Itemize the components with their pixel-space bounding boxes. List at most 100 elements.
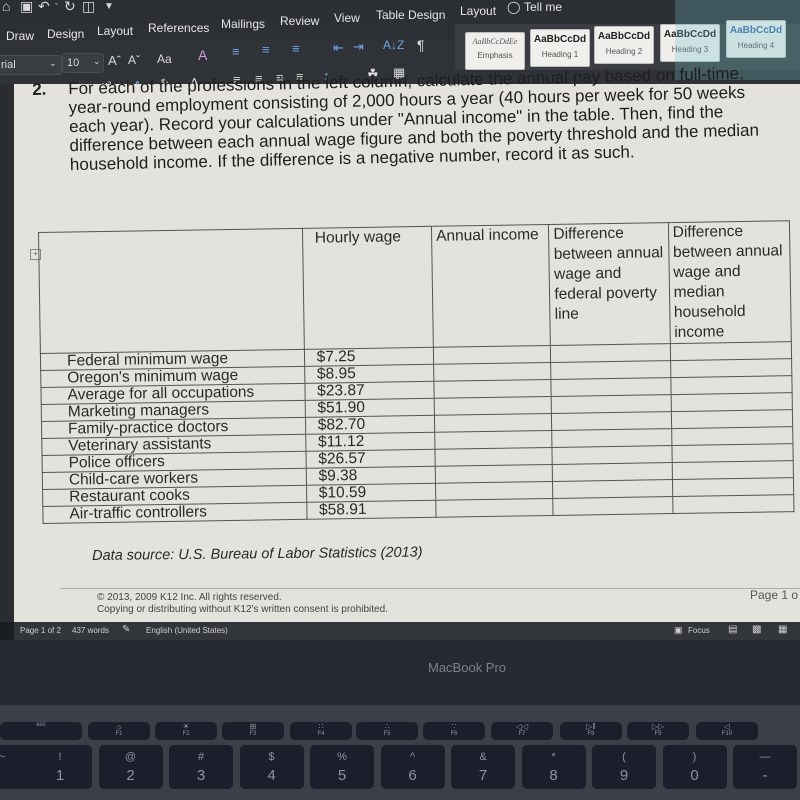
diff-median-cell[interactable] bbox=[671, 409, 793, 429]
key-f10[interactable]: ◁ F10 bbox=[696, 722, 758, 740]
annual-income-cell[interactable] bbox=[434, 447, 553, 467]
shrink-font-button[interactable]: Aˇ bbox=[128, 53, 140, 67]
change-case-button[interactable]: Aa bbox=[157, 52, 172, 66]
header-hourly-wage[interactable]: Hourly wage bbox=[302, 226, 434, 350]
key-esc[interactable]: esc bbox=[0, 722, 82, 740]
key-f1[interactable]: ☼ F1 bbox=[88, 722, 150, 740]
diff-poverty-cell[interactable] bbox=[552, 445, 672, 465]
tell-me-icon[interactable]: ◯ bbox=[507, 0, 520, 14]
diff-poverty-cell[interactable] bbox=[552, 479, 673, 499]
annual-income-cell[interactable] bbox=[434, 396, 552, 416]
hourly-wage-cell[interactable]: $26.57 bbox=[305, 449, 436, 469]
key-f5[interactable]: ∴ F5 bbox=[356, 722, 418, 740]
diff-poverty-cell[interactable] bbox=[553, 496, 673, 516]
tab-design[interactable]: Design bbox=[47, 27, 84, 41]
header-diff-median[interactable]: Difference between annual wage and media… bbox=[668, 220, 792, 344]
language[interactable]: English (United States) bbox=[146, 626, 228, 635]
hourly-wage-cell[interactable]: $9.38 bbox=[305, 466, 436, 486]
diff-poverty-cell[interactable] bbox=[552, 462, 673, 482]
key-f8[interactable]: ▷‖ F8 bbox=[560, 722, 622, 740]
key-f2[interactable]: ☀ F2 bbox=[155, 722, 217, 740]
diff-poverty-cell[interactable] bbox=[551, 411, 672, 431]
diff-poverty-cell[interactable] bbox=[552, 428, 672, 448]
style-emphasis[interactable]: AaBbCcDdEe Emphasis bbox=[465, 32, 525, 70]
pilcrow-icon[interactable]: ¶ bbox=[417, 37, 425, 53]
bullets-icon[interactable]: ≡ bbox=[232, 44, 240, 59]
key-f3[interactable]: ⊞ F3 bbox=[222, 722, 284, 740]
increase-indent-icon[interactable]: ⇥ bbox=[353, 39, 364, 55]
annual-income-cell[interactable] bbox=[435, 481, 554, 501]
key-6[interactable]: ^ 6 bbox=[380, 745, 445, 789]
print-layout-icon[interactable]: ▤ bbox=[728, 624, 737, 635]
header-annual-income[interactable]: Annual income bbox=[431, 224, 551, 348]
diff-median-cell[interactable] bbox=[670, 375, 793, 395]
profession-cell[interactable]: Air-traffic controllers bbox=[42, 502, 307, 524]
diff-median-cell[interactable] bbox=[669, 341, 792, 361]
diff-poverty-cell[interactable] bbox=[551, 394, 672, 414]
key-2[interactable]: @2 bbox=[98, 745, 163, 789]
proofing-icon[interactable]: ✎ bbox=[122, 624, 130, 635]
style-heading-1[interactable]: AaBbCcDd Heading 1 bbox=[530, 29, 590, 67]
key-f7[interactable]: ◁◁ F7 bbox=[491, 722, 553, 740]
multilevel-list-icon[interactable]: ≡ bbox=[292, 41, 300, 56]
annual-income-cell[interactable] bbox=[434, 413, 553, 433]
sort-icon[interactable]: A↓Z bbox=[383, 38, 404, 52]
key-8[interactable]: * 8 bbox=[521, 745, 586, 789]
key-f6[interactable]: ∵ F6 bbox=[423, 722, 485, 740]
diff-median-cell[interactable] bbox=[672, 477, 794, 497]
key-f9[interactable]: ▷▷ F9 bbox=[627, 722, 689, 740]
page-count[interactable]: Page 1 of 2 bbox=[20, 626, 61, 635]
tab-draw[interactable]: Draw bbox=[6, 29, 34, 43]
tab-references[interactable]: References bbox=[148, 21, 209, 35]
annual-income-cell[interactable] bbox=[433, 345, 551, 365]
font-size-field[interactable]: 10 ⌄ bbox=[62, 53, 104, 73]
annual-income-cell[interactable] bbox=[434, 430, 553, 450]
key-4[interactable]: $4 bbox=[239, 745, 304, 789]
read-mode-icon[interactable]: ▦ bbox=[778, 624, 787, 635]
diff-median-cell[interactable] bbox=[672, 494, 794, 514]
style-heading-2[interactable]: AaBbCcDd Heading 2 bbox=[594, 26, 654, 64]
key-0[interactable]: ) 0 bbox=[662, 745, 727, 789]
tab-layout[interactable]: Layout bbox=[97, 24, 133, 38]
diff-poverty-cell[interactable] bbox=[550, 343, 671, 363]
tab-review[interactable]: Review bbox=[280, 14, 319, 28]
tab-table-design[interactable]: Table Design bbox=[376, 8, 445, 22]
tab-view[interactable]: View bbox=[334, 11, 360, 25]
grow-font-button[interactable]: Aˆ bbox=[108, 53, 121, 68]
annual-income-cell[interactable] bbox=[433, 362, 552, 382]
header-diff-poverty[interactable]: Difference between annual wage and feder… bbox=[548, 222, 670, 346]
key--[interactable]: — - bbox=[733, 745, 797, 789]
tab-table-layout[interactable]: Layout bbox=[460, 4, 496, 18]
annual-income-cell[interactable] bbox=[435, 498, 554, 518]
tab-tell-me[interactable]: Tell me bbox=[524, 0, 562, 14]
key-f4[interactable]: ∷ F4 bbox=[290, 722, 352, 740]
focus-icon[interactable]: ▣ bbox=[674, 625, 683, 636]
hourly-wage-cell[interactable]: $11.12 bbox=[305, 432, 435, 452]
header-profession[interactable] bbox=[38, 228, 305, 354]
hourly-wage-cell[interactable]: $58.91 bbox=[306, 500, 437, 520]
hourly-wage-cell[interactable]: $8.95 bbox=[304, 364, 434, 384]
decrease-indent-icon[interactable]: ⇤ bbox=[333, 40, 344, 56]
annual-income-cell[interactable] bbox=[433, 379, 552, 399]
key-1[interactable]: ! 1 bbox=[28, 745, 92, 789]
hourly-wage-cell[interactable]: $7.25 bbox=[304, 347, 434, 367]
web-layout-icon[interactable]: ▩ bbox=[752, 624, 761, 635]
diff-median-cell[interactable] bbox=[671, 426, 793, 446]
diff-median-cell[interactable] bbox=[670, 392, 793, 412]
hourly-wage-cell[interactable]: $23.87 bbox=[304, 381, 435, 401]
font-name-field[interactable]: rial ⌄ bbox=[0, 55, 62, 75]
word-count[interactable]: 437 words bbox=[72, 626, 109, 635]
annual-income-cell[interactable] bbox=[435, 464, 553, 484]
clear-formatting-icon[interactable]: A bbox=[198, 47, 207, 63]
diff-poverty-cell[interactable] bbox=[550, 360, 671, 380]
diff-median-cell[interactable] bbox=[671, 460, 794, 480]
key-9[interactable]: (9 bbox=[592, 745, 656, 789]
key-3[interactable]: #3 bbox=[169, 745, 233, 789]
diff-median-cell[interactable] bbox=[671, 443, 794, 463]
hourly-wage-cell[interactable]: $82.70 bbox=[305, 415, 435, 435]
key-7[interactable]: & 7 bbox=[451, 745, 515, 789]
numbering-icon[interactable]: ≡ bbox=[262, 42, 270, 57]
hourly-wage-cell[interactable]: $51.90 bbox=[304, 398, 435, 418]
focus-button[interactable]: Focus bbox=[688, 626, 710, 635]
hourly-wage-cell[interactable]: $10.59 bbox=[306, 483, 436, 503]
